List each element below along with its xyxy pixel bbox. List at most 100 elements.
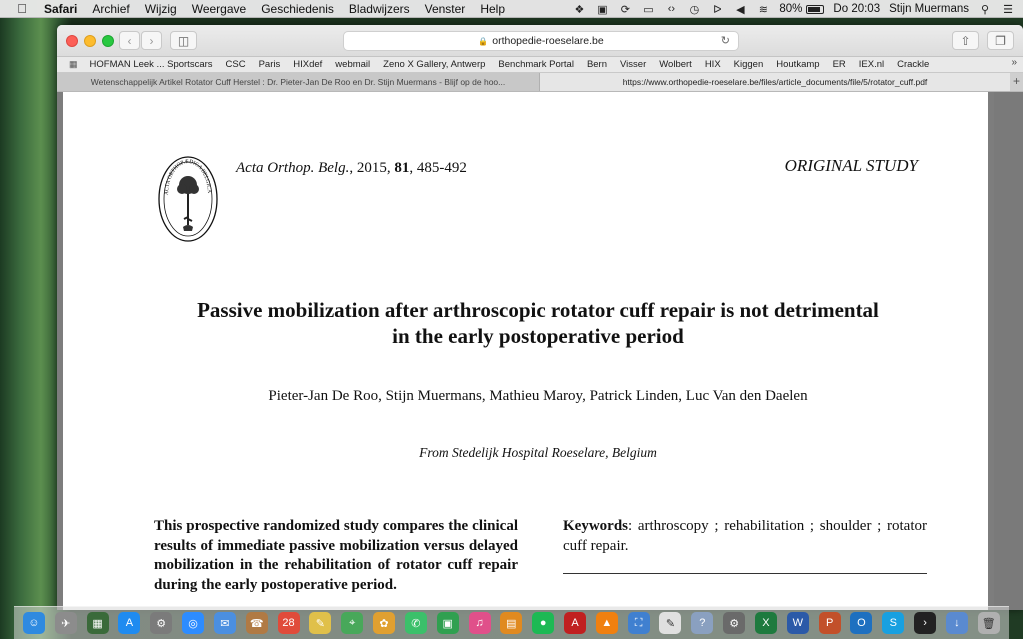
system-prefs-icon[interactable]: ⚙ xyxy=(150,612,173,634)
sidebar-toggle-button[interactable]: ◫ xyxy=(170,31,197,50)
window-minimize-button[interactable] xyxy=(84,35,96,47)
menubar-clock[interactable]: Do 20:03 xyxy=(833,3,880,15)
pdf-viewer[interactable]: ACTA ORTHOPÆDICA BELGICA Acta Orthop. Be… xyxy=(57,92,1023,610)
favorite-link[interactable]: Zeno X Gallery, Antwerp xyxy=(383,59,485,70)
menu-bladwijzers[interactable]: Bladwijzers xyxy=(349,2,410,16)
favorite-link[interactable]: Crackle xyxy=(897,59,929,70)
favorite-link[interactable]: Bern xyxy=(587,59,607,70)
dropbox-icon[interactable]: ❖ xyxy=(572,3,586,16)
app-store-icon[interactable]: A xyxy=(118,612,141,634)
article-keywords: Keywords: arthroscopy ; rehabilitation ;… xyxy=(563,517,927,556)
sync-icon[interactable]: ⟳ xyxy=(618,3,632,16)
finder-icon[interactable]: ☺ xyxy=(22,612,45,634)
favorite-link[interactable]: Houtkamp xyxy=(776,59,819,70)
mail-icon[interactable]: ✉ xyxy=(213,612,236,634)
menubar-user[interactable]: Stijn Muermans xyxy=(889,3,969,15)
bluetooth-icon[interactable]: ᐅ xyxy=(710,3,724,16)
journal-year: , 2015, xyxy=(349,160,395,176)
favorite-link[interactable]: HIX xyxy=(705,59,721,70)
article-title: Passive mobilization after arthroscopic … xyxy=(153,297,923,349)
favorite-link[interactable]: Visser xyxy=(620,59,646,70)
wifi-icon[interactable]: ≋ xyxy=(756,3,770,16)
favorite-link[interactable]: Paris xyxy=(259,59,281,70)
safari-window: ‹ › ◫ 🔒 orthopedie-roeselare.be ↻ ⇧ ❐ ▦ … xyxy=(57,25,1023,610)
outlook-icon[interactable]: O xyxy=(850,612,873,634)
preview-icon[interactable]: ⛶ xyxy=(627,612,650,634)
textedit-icon[interactable]: ✎ xyxy=(659,612,682,634)
article-title-line: Passive mobilization after arthroscopic … xyxy=(197,298,879,322)
favorite-link[interactable]: Wolbert xyxy=(659,59,692,70)
time-machine-icon[interactable]: ◷ xyxy=(687,3,701,16)
tab-article[interactable]: Wetenschappelijk Artikel Rotator Cuff He… xyxy=(57,73,540,91)
address-url: orthopedie-roeselare.be xyxy=(492,35,604,47)
downloads-icon[interactable]: ↓ xyxy=(945,612,968,634)
menu-geschiedenis[interactable]: Geschiedenis xyxy=(261,2,334,16)
favorite-link[interactable]: IEX.nl xyxy=(859,59,884,70)
dock: ☺ ✈ ▦ A ⚙ ◎ ✉ ☎ 28 ✎ ⌖ ✿ ✆ ▣ ♫ ▤ ● A ▲ ⛶ ✎? ⚙ X W P O S › ↓ 🗑 xyxy=(14,606,1009,639)
powerpoint-icon[interactable]: P xyxy=(818,612,841,634)
itunes-icon[interactable]: ♫ xyxy=(468,612,491,634)
favorites-overflow-icon[interactable]: » xyxy=(1011,57,1017,68)
favorite-link[interactable]: webmail xyxy=(335,59,370,70)
menu-app-safari[interactable]: Safari xyxy=(44,2,77,16)
new-tab-button[interactable]: + xyxy=(1010,73,1023,91)
help-icon[interactable]: ? xyxy=(691,612,714,634)
menu-venster[interactable]: Venster xyxy=(425,2,466,16)
acrobat-icon[interactable]: A xyxy=(563,612,586,634)
article-abstract: This prospective randomized study compar… xyxy=(154,518,518,593)
facetime-icon[interactable]: ▣ xyxy=(436,612,459,634)
favorite-link[interactable]: CSC xyxy=(226,59,246,70)
menu-weergave[interactable]: Weergave xyxy=(192,2,246,16)
share-button[interactable]: ⇧ xyxy=(952,31,979,50)
contacts-icon[interactable]: ☎ xyxy=(245,612,268,634)
notification-center-icon[interactable]: ☰ xyxy=(1001,3,1015,16)
back-button[interactable]: ‹ xyxy=(119,31,140,50)
code-icon[interactable]: ‹› xyxy=(664,3,678,15)
tab-pdf[interactable]: https://www.orthopedie-roeselare.be/file… xyxy=(540,73,1010,91)
settings-icon[interactable]: ⚙ xyxy=(723,612,746,634)
window-zoom-button[interactable] xyxy=(102,35,114,47)
spotlight-search-icon[interactable]: ⚲ xyxy=(978,3,992,16)
menu-help[interactable]: Help xyxy=(480,2,505,16)
photos-icon[interactable]: ✿ xyxy=(373,612,396,634)
safari-icon[interactable]: ◎ xyxy=(182,612,205,634)
vlc-icon[interactable]: ▲ xyxy=(595,612,618,634)
favorite-link[interactable]: ER xyxy=(833,59,846,70)
volume-icon[interactable]: ◀ xyxy=(733,3,747,16)
battery-percentage[interactable]: 80% xyxy=(779,3,802,15)
maps-icon[interactable]: ⌖ xyxy=(341,612,364,634)
apple-menu-icon[interactable]:  xyxy=(14,1,30,16)
favorite-link[interactable]: HOFMAN Leek ... Sportscars xyxy=(90,59,213,70)
safari-toolbar: ‹ › ◫ 🔒 orthopedie-roeselare.be ↻ ⇧ ❐ xyxy=(57,25,1023,57)
excel-icon[interactable]: X xyxy=(754,612,777,634)
word-icon[interactable]: W xyxy=(786,612,809,634)
favorites-bar: ▦ HOFMAN Leek ... Sportscars CSC Paris H… xyxy=(57,57,1023,73)
keywords-divider xyxy=(563,573,927,574)
favorites-grid-icon[interactable]: ▦ xyxy=(69,59,78,70)
terminal-icon[interactable]: › xyxy=(914,612,937,634)
menu-wijzig[interactable]: Wijzig xyxy=(145,2,177,16)
window-close-button[interactable] xyxy=(66,35,78,47)
reload-icon[interactable]: ↻ xyxy=(721,34,730,47)
launchpad-icon[interactable]: ✈ xyxy=(54,612,77,634)
favorite-link[interactable]: Benchmark Portal xyxy=(498,59,574,70)
tab-bar: Wetenschappelijk Artikel Rotator Cuff He… xyxy=(57,73,1023,92)
skype-icon[interactable]: S xyxy=(882,612,905,634)
mission-control-icon[interactable]: ▦ xyxy=(86,612,109,634)
menu-archief[interactable]: Archief xyxy=(92,2,129,16)
trash-icon[interactable]: 🗑 xyxy=(977,612,1000,634)
battery-fill xyxy=(808,6,820,12)
ibooks-icon[interactable]: ▤ xyxy=(500,612,523,634)
favorite-link[interactable]: Kiggen xyxy=(734,59,764,70)
spotify-icon[interactable]: ● xyxy=(532,612,555,634)
favorite-link[interactable]: HIXdef xyxy=(293,59,322,70)
messages-icon[interactable]: ✆ xyxy=(404,612,427,634)
battery-icon[interactable] xyxy=(806,4,825,14)
forward-button[interactable]: › xyxy=(141,31,162,50)
airplay-icon[interactable]: ▭ xyxy=(641,3,655,16)
shield-icon[interactable]: ▣ xyxy=(595,3,609,16)
address-bar[interactable]: 🔒 orthopedie-roeselare.be ↻ xyxy=(343,31,739,51)
calendar-icon[interactable]: 28 xyxy=(277,612,300,634)
tab-overview-button[interactable]: ❐ xyxy=(987,31,1014,50)
notes-icon[interactable]: ✎ xyxy=(309,612,332,634)
